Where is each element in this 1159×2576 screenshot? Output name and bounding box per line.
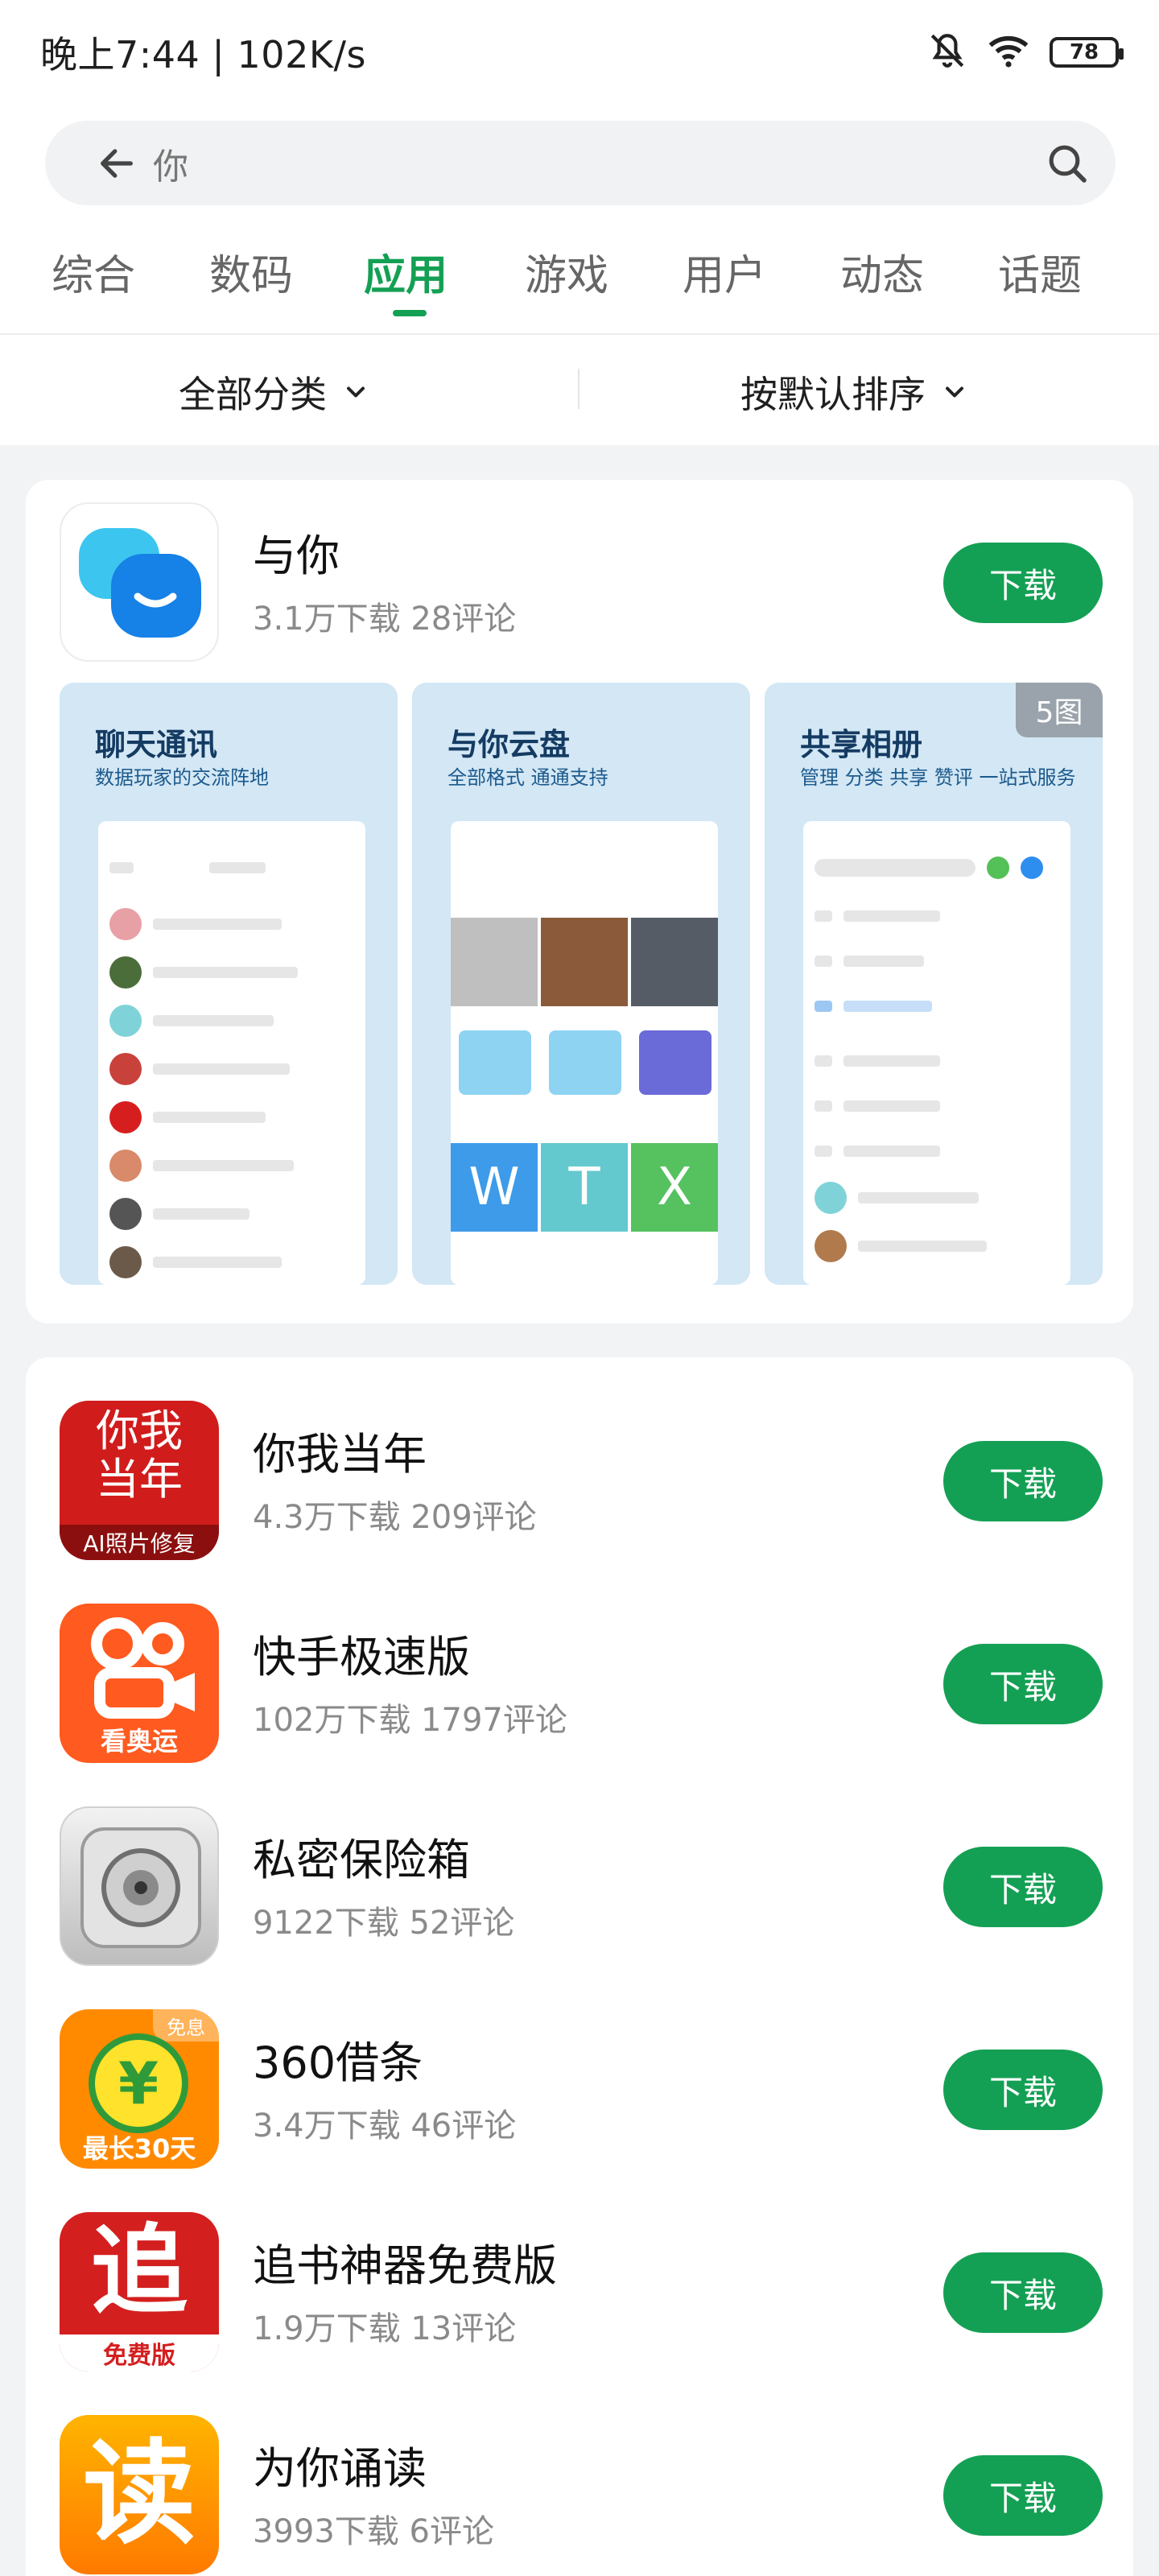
screenshot-title: 与你云盘 <box>448 727 571 762</box>
screenshot-subtitle: 管理 分类 共享 赞评 一站式服务 <box>800 766 1076 789</box>
screenshot-title: 聊天通讯 <box>95 727 218 762</box>
nwdn-icon-text-top: 你我 <box>96 1406 183 1456</box>
phone-mockup <box>803 821 1070 1285</box>
app-name: 追书神器免费版 <box>253 2240 557 2291</box>
active-tab-indicator <box>393 310 427 316</box>
zhuishu-icon: 追 免费版 <box>60 2212 219 2372</box>
category-filter-label: 全部分类 <box>179 373 327 416</box>
search-bar[interactable]: 你 <box>45 121 1116 205</box>
app-name: 私密保险箱 <box>253 1835 470 1885</box>
screenshot-subtitle: 数据玩家的交流阵地 <box>95 766 269 789</box>
zhuishu-icon-text: 免费版 <box>60 2334 219 2372</box>
app-name: 360借条 <box>253 2037 423 2088</box>
filter-separator <box>578 369 580 409</box>
screenshot-gallery[interactable]: 聊天通讯 数据玩家的交流阵地 与你云盘 全部格式 通通支持 W T X 共享相册… <box>60 683 1103 1285</box>
download-button[interactable]: 下载 <box>943 1847 1103 1927</box>
status-bar: 晚上7:44 | 102K/s 78 <box>40 24 1124 80</box>
download-button[interactable]: 下载 <box>943 543 1103 623</box>
download-button[interactable]: 下载 <box>943 1644 1103 1724</box>
search-icon[interactable] <box>1019 141 1116 186</box>
sort-filter[interactable]: 按默认排序 <box>740 365 969 419</box>
download-button[interactable]: 下载 <box>943 2050 1103 2130</box>
kuaishou-icon-text: 看奥运 <box>100 1726 178 1757</box>
status-time: 晚上7:44 | 102K/s <box>40 33 366 76</box>
wifi-icon <box>987 32 1030 72</box>
sort-filter-label: 按默认排序 <box>740 373 926 416</box>
tab-feeds[interactable]: 动态 <box>840 242 924 302</box>
list-item[interactable]: 你我 当年 AI照片修复 你我当年 4.3万下载 209评论 下载 <box>60 1401 1103 1562</box>
filter-bar: 全部分类 按默认排序 <box>0 335 1159 445</box>
app-meta: 4.3万下载 209评论 <box>253 1499 537 1536</box>
kuaishou-icon: 看奥运 <box>60 1604 219 1763</box>
download-button[interactable]: 下载 <box>943 2455 1103 2536</box>
jietiao-badge: 免息 <box>153 2009 219 2041</box>
songdu-icon: 读 <box>60 2415 219 2574</box>
download-button[interactable]: 下载 <box>943 1441 1103 1521</box>
chevron-down-icon <box>347 386 365 398</box>
screenshot-subtitle: 全部格式 通通支持 <box>448 766 608 789</box>
tab-all[interactable]: 综合 <box>52 242 135 302</box>
yuan-icon: ¥ <box>89 2033 188 2133</box>
jietiao-icon: 免息 ¥ 最长30天 <box>60 2009 219 2169</box>
featured-app-card[interactable]: 与你 3.1万下载 28评论 下载 聊天通讯 数据玩家的交流阵地 与你云盘 全部… <box>26 480 1133 1323</box>
mute-bell-icon <box>927 31 967 74</box>
zhuishu-icon-char: 追 <box>91 2215 188 2327</box>
list-item[interactable]: 看奥运 快手极速版 102万下载 1797评论 下载 <box>60 1604 1103 1765</box>
excel-tile: X <box>631 1143 718 1232</box>
app-list-card: 你我 当年 AI照片修复 你我当年 4.3万下载 209评论 下载 看奥运 快手… <box>26 1357 1133 2576</box>
word-tile: W <box>451 1143 538 1232</box>
app-meta: 3.4万下载 46评论 <box>253 2107 517 2145</box>
app-name: 为你诵读 <box>253 2443 427 2494</box>
tab-games[interactable]: 游戏 <box>525 242 608 302</box>
app-name: 你我当年 <box>253 1429 427 1480</box>
list-item[interactable]: 追 免费版 追书神器免费版 1.9万下载 13评论 下载 <box>60 2212 1103 2373</box>
category-filter[interactable]: 全部分类 <box>179 365 370 419</box>
tab-topics[interactable]: 话题 <box>998 242 1082 302</box>
app-meta: 3993下载 6评论 <box>253 2513 494 2550</box>
screenshot-album[interactable]: 共享相册 管理 分类 共享 赞评 一站式服务 5图 <box>765 683 1103 1285</box>
screenshot-chat[interactable]: 聊天通讯 数据玩家的交流阵地 <box>60 683 398 1285</box>
list-item[interactable]: 免息 ¥ 最长30天 360借条 3.4万下载 46评论 下载 <box>60 2009 1103 2170</box>
yuni-app-icon <box>60 502 219 662</box>
search-input[interactable]: 你 <box>153 138 1019 189</box>
app-name: 快手极速版 <box>253 1632 470 1682</box>
safe-icon <box>60 1806 219 1966</box>
more-images-badge[interactable]: 5图 <box>1016 683 1103 737</box>
list-item[interactable]: 私密保险箱 9122下载 52评论 下载 <box>60 1806 1103 1967</box>
header: 晚上7:44 | 102K/s 78 你 综合 数码 应用 游戏 用户 动态 话… <box>0 0 1159 445</box>
songdu-icon-char: 读 <box>82 2429 196 2560</box>
screenshot-title: 共享相册 <box>800 727 923 762</box>
text-tile: T <box>541 1143 628 1232</box>
app-name: 与你 <box>253 530 340 581</box>
nwdn-icon-text-mid: 当年 <box>96 1454 183 1505</box>
tab-digital[interactable]: 数码 <box>209 242 293 302</box>
list-item[interactable]: 读 为你诵读 3993下载 6评论 下载 <box>60 2415 1103 2576</box>
app-meta: 3.1万下载 28评论 <box>253 601 517 638</box>
screenshot-cloud[interactable]: 与你云盘 全部格式 通通支持 W T X <box>412 683 750 1285</box>
category-tabs: 综合 数码 应用 游戏 用户 动态 话题 <box>0 242 1159 334</box>
battery-icon: 78 <box>1050 37 1124 68</box>
status-icons: 78 <box>927 31 1124 74</box>
download-button[interactable]: 下载 <box>943 2252 1103 2333</box>
jietiao-icon-text: 最长30天 <box>82 2133 196 2164</box>
nwdn-icon-text-bottom: AI照片修复 <box>60 1525 219 1560</box>
phone-mockup <box>98 821 365 1285</box>
tab-users[interactable]: 用户 <box>683 242 766 302</box>
app-meta: 102万下载 1797评论 <box>253 1702 567 1739</box>
chevron-down-icon <box>946 386 963 398</box>
app-meta: 1.9万下载 13评论 <box>253 2310 517 2347</box>
back-arrow-icon[interactable] <box>80 142 153 184</box>
phone-mockup: W T X <box>451 821 718 1285</box>
featured-app-row[interactable]: 与你 3.1万下载 28评论 下载 <box>60 502 1103 663</box>
tab-apps[interactable]: 应用 <box>364 242 448 302</box>
app-store-search-page: 晚上7:44 | 102K/s 78 你 综合 数码 应用 游戏 用户 动态 话… <box>0 0 1159 2576</box>
app-meta: 9122下载 52评论 <box>253 1905 515 1942</box>
nwdn-icon: 你我 当年 AI照片修复 <box>60 1401 219 1560</box>
